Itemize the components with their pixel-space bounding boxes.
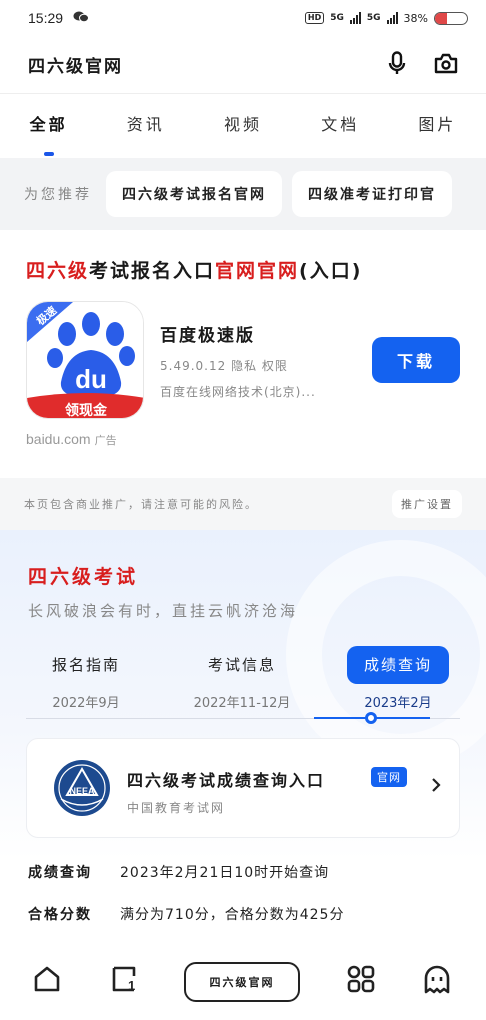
exam-tab-name: 报名指南 (51, 656, 120, 674)
tabs-icon[interactable]: 1 (108, 964, 140, 998)
info-value: 2023年2月21日10时开始查询 (120, 865, 330, 881)
ad-title-text: 考试报名入口 (89, 260, 216, 282)
profile-ghost-icon[interactable] (422, 964, 452, 998)
neea-logo: NEEA (53, 759, 111, 817)
network-label-2: 5G (366, 13, 381, 23)
tab-news[interactable]: 资讯 (97, 94, 194, 158)
status-indicators: HD 5G 5G 38% (304, 11, 468, 25)
wechat-icon (73, 11, 90, 26)
exam-tab-date: 2023年2月 (364, 696, 432, 711)
ad-notice-text: 本页包含商业推广，请注意可能的风险。 (24, 498, 258, 511)
battery-percent: 38% (403, 11, 428, 25)
exam-timeline-tabs: 报名指南 2022年9月 考试信息 2022年11-12月 成绩查询 2023年… (26, 646, 460, 718)
exam-tab-info[interactable]: 考试信息 2022年11-12月 (182, 646, 302, 711)
app-meta[interactable]: 5.49.0.12 隐私 权限 (160, 357, 288, 374)
chevron-right-icon (431, 777, 441, 797)
bottom-navigation: 1 四六级官网 (0, 950, 486, 1020)
ad-result-card: 四六级考试报名入口官网官网(入口) du 领现金 极速 百度极速版 5.49.0… (0, 230, 486, 478)
search-header: 四六级官网 (0, 36, 486, 94)
app-name[interactable]: 百度极速版 (160, 321, 255, 346)
tab-all[interactable]: 全部 (0, 94, 97, 158)
ad-tag: 广告 (94, 434, 117, 447)
search-query[interactable]: 四六级官网 (28, 52, 123, 77)
info-value: 满分为710分，合格分数为425分 (120, 907, 345, 923)
exam-title[interactable]: 四六级考试 (28, 562, 138, 589)
info-row-score-query: 成绩查询 2023年2月21日10时开始查询 (28, 862, 468, 882)
camera-icon[interactable] (434, 52, 458, 78)
exam-tab-date: 2022年11-12月 (193, 696, 291, 711)
result-card-title: 四六级考试成绩查询入口 (127, 771, 326, 790)
battery-icon (434, 11, 468, 25)
timeline-dot (365, 712, 377, 724)
tab-docs[interactable]: 文档 (292, 94, 389, 158)
recommend-chip[interactable]: 四六级考试报名官网 (106, 171, 282, 217)
microphone-icon[interactable] (388, 50, 406, 79)
search-box-button[interactable]: 四六级官网 (184, 962, 300, 1002)
ad-title-text: (入口) (299, 260, 363, 282)
recommend-chip[interactable]: 四级准考证打印官 (292, 171, 452, 217)
exam-subtitle: 长风破浪会有时，直挂云帆济沧海 (28, 602, 299, 620)
status-time: 15:29 (28, 10, 64, 26)
ad-settings-button[interactable]: 推广设置 (392, 490, 462, 518)
exam-tab-date: 2022年9月 (52, 696, 120, 711)
download-button[interactable]: 下载 (372, 337, 460, 383)
ad-source-domain: baidu.com (26, 431, 91, 447)
apps-grid-icon[interactable] (346, 964, 376, 998)
info-label: 合格分数 (28, 907, 92, 923)
app-developer: 百度在线网络技术(北京)... (160, 385, 316, 399)
ad-title-highlight: 四六级 (26, 260, 90, 282)
tab-images[interactable]: 图片 (389, 94, 486, 158)
result-query-card[interactable]: NEEA 四六级考试成绩查询入口 官网 中国教育考试网 (26, 738, 460, 838)
exam-tab-results[interactable]: 成绩查询 2023年2月 (338, 646, 458, 711)
exam-tab-name: 考试信息 (207, 656, 276, 674)
info-row-pass-score: 合格分数 满分为710分，合格分数为425分 (28, 904, 468, 924)
signal-icon-2 (386, 12, 398, 24)
ad-source: baidu.com 广告 (26, 431, 460, 448)
search-tabs: 全部 资讯 视频 文档 图片 (0, 94, 486, 158)
result-card-org: 中国教育考试网 (127, 801, 226, 815)
app-icon-banner: 领现金 (65, 402, 108, 419)
recommend-row: 为您推荐 四六级考试报名官网 四级准考证打印官 (0, 158, 486, 230)
ad-notice-bar: 本页包含商业推广，请注意可能的风险。 推广设置 (0, 478, 486, 530)
status-bar: 15:29 HD 5G 5G 38% (0, 0, 486, 36)
signal-icon-1 (349, 12, 361, 24)
ad-title-highlight: 官网官网 (215, 260, 300, 282)
network-label-1: 5G (330, 13, 344, 23)
tabs-count: 1 (128, 978, 135, 993)
ad-title[interactable]: 四六级考试报名入口官网官网(入口) (26, 256, 460, 283)
official-badge: 官网 (371, 767, 407, 787)
neea-logo-text: NEEA (69, 786, 95, 796)
info-label: 成绩查询 (28, 865, 92, 881)
exam-card: 四六级考试 长风破浪会有时，直挂云帆济沧海 报名指南 2022年9月 考试信息 … (0, 530, 486, 860)
baidu-app-icon[interactable]: du 领现金 极速 (26, 301, 144, 419)
recommend-label: 为您推荐 (24, 187, 92, 203)
hd-badge: HD (304, 12, 325, 24)
home-icon[interactable] (32, 964, 62, 998)
tab-video[interactable]: 视频 (194, 94, 291, 158)
app-icon-du: du (75, 364, 107, 394)
exam-tab-name: 成绩查询 (347, 646, 449, 684)
exam-tab-registration[interactable]: 报名指南 2022年9月 (26, 646, 146, 711)
